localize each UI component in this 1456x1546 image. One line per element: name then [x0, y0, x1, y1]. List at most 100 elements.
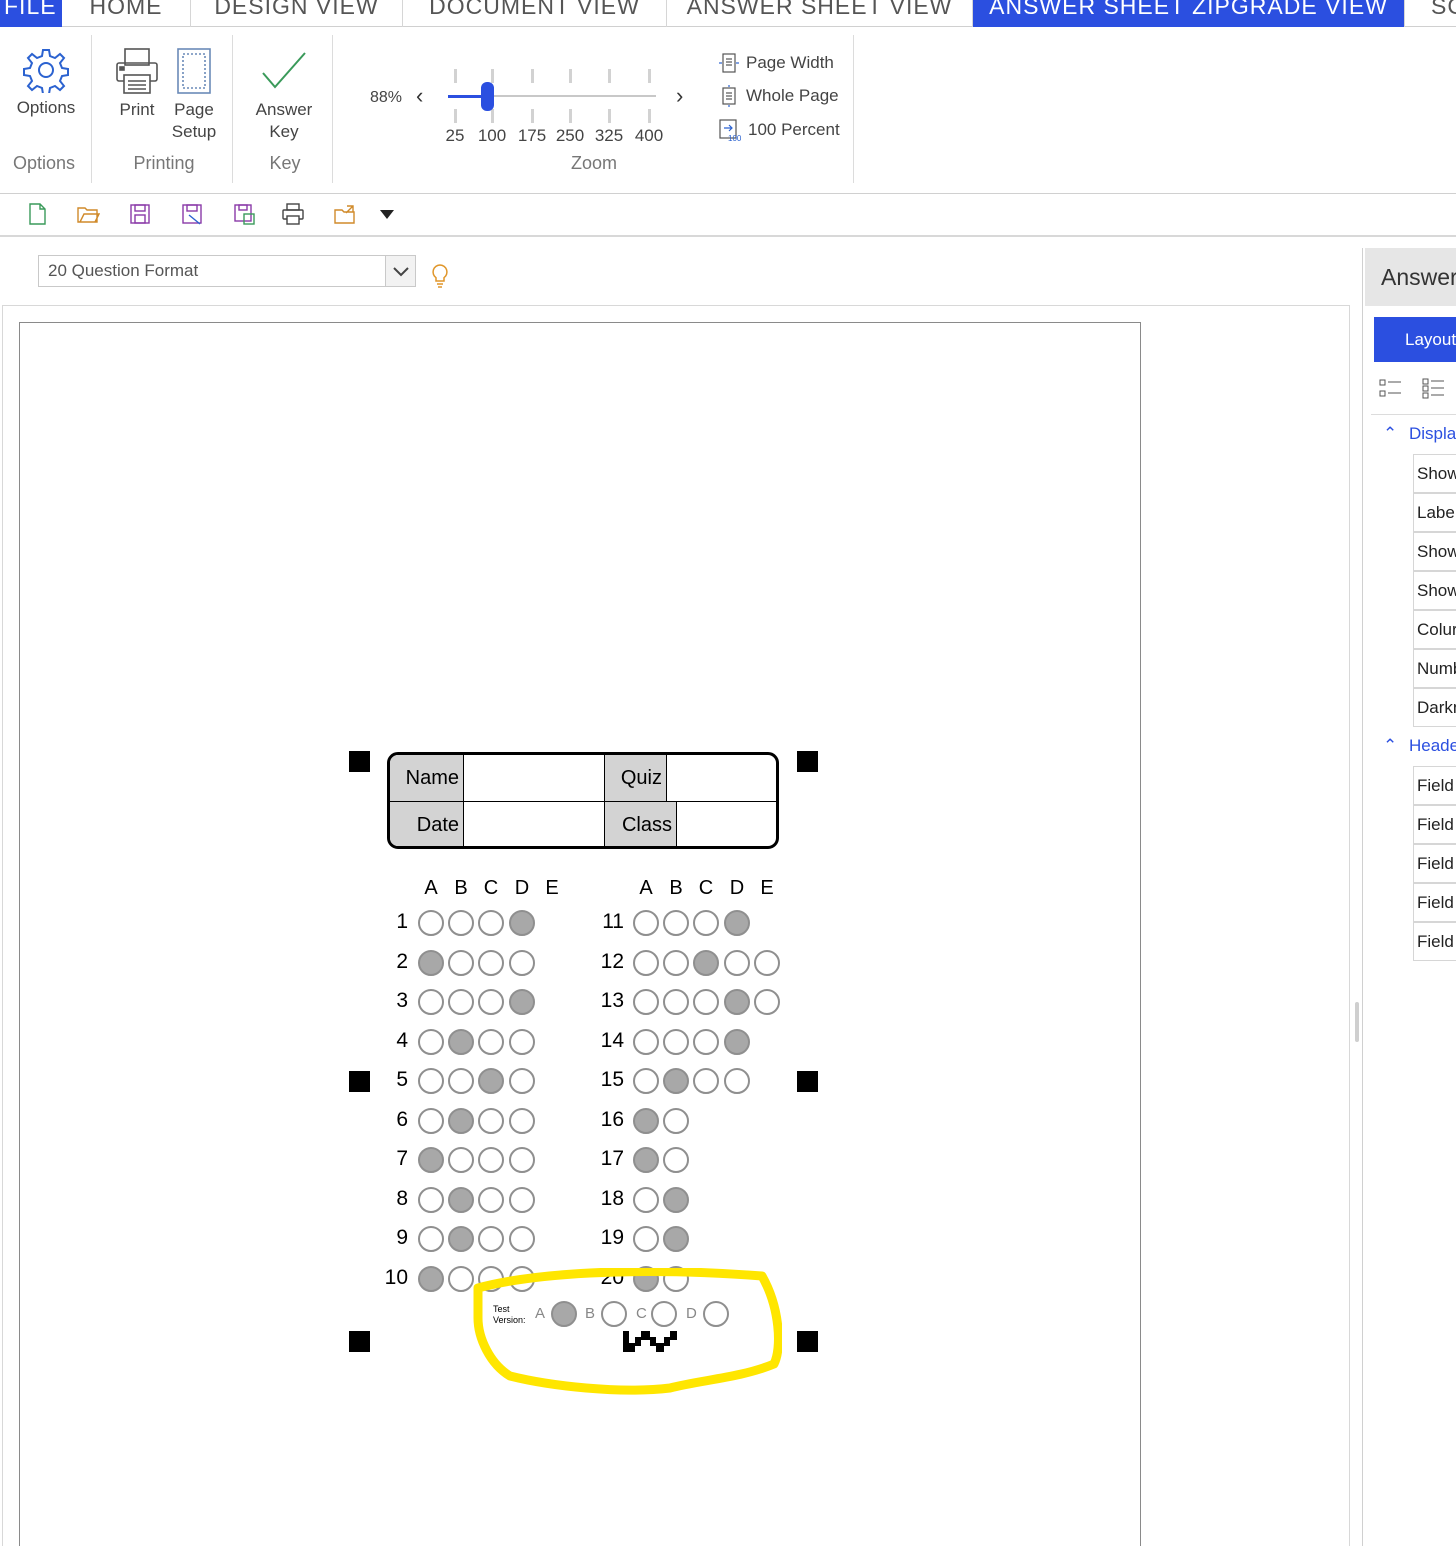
- zoom-slider-thumb[interactable]: [481, 82, 494, 111]
- answer-key-button[interactable]: Answer Key: [248, 47, 320, 143]
- answer-bubble[interactable]: [418, 910, 444, 936]
- answer-bubble[interactable]: [448, 910, 474, 936]
- tab-answer-sheet-view[interactable]: ANSWER SHEET VIEW: [667, 0, 973, 27]
- answer-bubble[interactable]: [663, 910, 689, 936]
- answer-bubble[interactable]: [448, 1029, 474, 1055]
- answer-bubble[interactable]: [509, 1266, 535, 1292]
- tab-answer-sheet-zipgrade-view[interactable]: ANSWER SHEET ZIPGRADE VIEW: [973, 0, 1404, 27]
- test-version-bubble[interactable]: [551, 1301, 577, 1327]
- display-section-header[interactable]: ⌃ Displa: [1383, 424, 1456, 444]
- answer-bubble[interactable]: [448, 1266, 474, 1292]
- answer-bubble[interactable]: [663, 1068, 689, 1094]
- answer-bubble[interactable]: [478, 1068, 504, 1094]
- answer-bubble[interactable]: [633, 989, 659, 1015]
- header-property-row[interactable]: Field: [1413, 922, 1456, 961]
- answer-bubble[interactable]: [663, 1029, 689, 1055]
- answer-bubble[interactable]: [754, 989, 780, 1015]
- answer-bubble[interactable]: [693, 910, 719, 936]
- alphabetical-view-icon[interactable]: [1422, 378, 1446, 400]
- lightbulb-icon[interactable]: [430, 263, 450, 289]
- answer-bubble[interactable]: [724, 1029, 750, 1055]
- answer-bubble[interactable]: [418, 1226, 444, 1252]
- display-property-row[interactable]: Show: [1413, 532, 1456, 571]
- answer-bubble[interactable]: [448, 1108, 474, 1134]
- selection-handle-top-right[interactable]: [797, 751, 818, 772]
- print-button[interactable]: Print: [110, 47, 164, 121]
- answer-bubble[interactable]: [478, 950, 504, 976]
- answer-bubble[interactable]: [663, 1187, 689, 1213]
- answer-bubble[interactable]: [448, 1147, 474, 1173]
- answer-bubble[interactable]: [418, 1187, 444, 1213]
- answer-bubble[interactable]: [663, 989, 689, 1015]
- answer-bubble[interactable]: [693, 1068, 719, 1094]
- selection-handle-bottom-left[interactable]: [349, 1331, 370, 1352]
- answer-bubble[interactable]: [663, 1266, 689, 1292]
- tab-file[interactable]: FILE: [0, 0, 62, 27]
- answer-bubble[interactable]: [754, 950, 780, 976]
- display-property-row[interactable]: Numb: [1413, 649, 1456, 688]
- header-property-row[interactable]: Field: [1413, 805, 1456, 844]
- zoom-out-chevron-left-icon[interactable]: ‹: [416, 83, 423, 109]
- whole-page-button[interactable]: Whole Page: [718, 85, 839, 107]
- answer-bubble[interactable]: [418, 1266, 444, 1292]
- display-property-row[interactable]: Colur: [1413, 610, 1456, 649]
- answer-bubble[interactable]: [724, 950, 750, 976]
- answer-bubble[interactable]: [633, 1108, 659, 1134]
- answer-bubble[interactable]: [693, 950, 719, 976]
- answer-bubble[interactable]: [509, 1029, 535, 1055]
- header-property-row[interactable]: Field: [1413, 883, 1456, 922]
- answer-bubble[interactable]: [509, 1187, 535, 1213]
- answer-bubble[interactable]: [478, 1226, 504, 1252]
- answer-bubble[interactable]: [478, 1187, 504, 1213]
- answer-bubble[interactable]: [509, 1226, 535, 1252]
- open-folder-icon[interactable]: [76, 202, 100, 226]
- hundred-percent-button[interactable]: 100 100 Percent: [718, 118, 840, 142]
- categorized-view-icon[interactable]: [1379, 378, 1403, 400]
- selection-handle-middle-left[interactable]: [349, 1071, 370, 1092]
- export-folder-icon[interactable]: [333, 202, 357, 226]
- answer-bubble[interactable]: [478, 989, 504, 1015]
- answer-bubble[interactable]: [418, 950, 444, 976]
- save-as-icon[interactable]: [180, 202, 204, 226]
- answer-bubble[interactable]: [448, 1068, 474, 1094]
- zoom-in-chevron-right-icon[interactable]: ›: [676, 83, 683, 109]
- answer-bubble[interactable]: [478, 1029, 504, 1055]
- print-icon[interactable]: [281, 202, 305, 226]
- save-all-icon[interactable]: [232, 202, 256, 226]
- answer-bubble[interactable]: [448, 989, 474, 1015]
- answer-bubble[interactable]: [509, 989, 535, 1015]
- answer-bubble[interactable]: [448, 950, 474, 976]
- answer-bubble[interactable]: [478, 1147, 504, 1173]
- answer-bubble[interactable]: [633, 950, 659, 976]
- answer-bubble[interactable]: [663, 950, 689, 976]
- answer-bubble[interactable]: [633, 1029, 659, 1055]
- selection-handle-middle-right[interactable]: [797, 1071, 818, 1092]
- customize-dropdown-icon[interactable]: [375, 202, 399, 226]
- answer-bubble[interactable]: [663, 1226, 689, 1252]
- answer-bubble[interactable]: [633, 1147, 659, 1173]
- answer-bubble[interactable]: [509, 910, 535, 936]
- answer-bubble[interactable]: [633, 1226, 659, 1252]
- tab-design-view[interactable]: DESIGN VIEW: [191, 0, 403, 27]
- answer-bubble[interactable]: [633, 1187, 659, 1213]
- options-button[interactable]: Options: [10, 47, 82, 119]
- test-version-bubble[interactable]: [651, 1301, 677, 1327]
- display-property-row[interactable]: Show: [1413, 571, 1456, 610]
- answer-bubble[interactable]: [509, 1147, 535, 1173]
- answer-bubble[interactable]: [693, 1029, 719, 1055]
- tab-sc[interactable]: SC: [1404, 0, 1456, 27]
- answer-bubble[interactable]: [693, 989, 719, 1015]
- question-format-select[interactable]: 20 Question Format: [38, 255, 416, 287]
- answer-bubble[interactable]: [418, 1108, 444, 1134]
- answer-bubble[interactable]: [478, 910, 504, 936]
- test-version-bubble[interactable]: [601, 1301, 627, 1327]
- answer-bubble[interactable]: [724, 910, 750, 936]
- display-property-row[interactable]: Label: [1413, 493, 1456, 532]
- display-property-row[interactable]: Darkn: [1413, 688, 1456, 727]
- page-width-button[interactable]: Page Width: [718, 52, 834, 74]
- answer-bubble[interactable]: [509, 950, 535, 976]
- page-setup-button[interactable]: Page Setup: [166, 47, 222, 143]
- answer-bubble[interactable]: [509, 1068, 535, 1094]
- selection-handle-top-left[interactable]: [349, 751, 370, 772]
- answer-bubble[interactable]: [724, 1068, 750, 1094]
